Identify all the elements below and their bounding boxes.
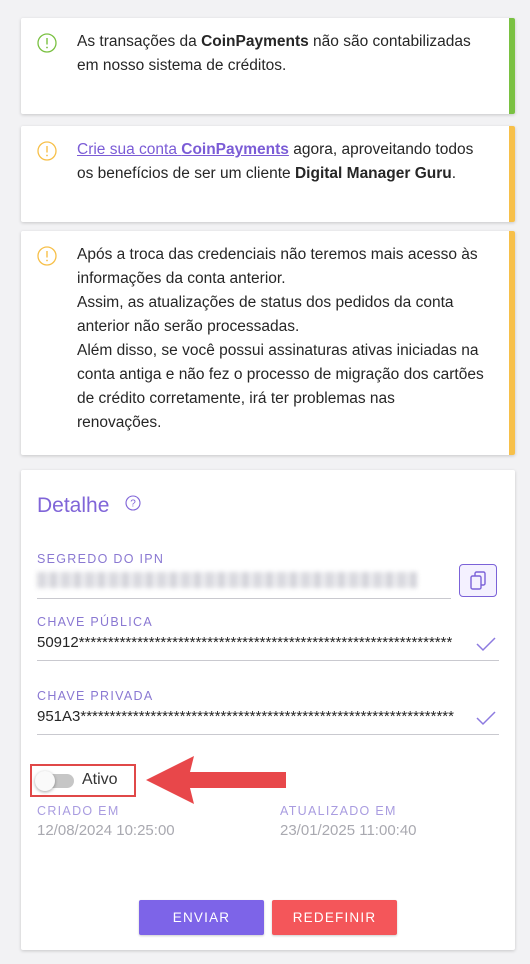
create-account-link[interactable]: Crie sua conta CoinPayments	[77, 141, 289, 158]
active-toggle-highlight: Ativo	[30, 764, 136, 797]
reset-button[interactable]: REDEFINIR	[272, 900, 397, 935]
created-label: CRIADO EM	[37, 804, 120, 818]
alert-text: Crie sua conta CoinPayments agora, aprov…	[77, 141, 474, 182]
exclamation-circle-icon	[37, 33, 57, 53]
alert-status-bar	[509, 231, 515, 455]
check-icon	[476, 711, 496, 726]
annotation-arrow-icon	[146, 756, 286, 804]
send-button[interactable]: ENVIAR	[139, 900, 264, 935]
ipn-secret-value	[37, 572, 417, 588]
help-icon[interactable]: ?	[125, 495, 141, 511]
alert-credentials-warning: Após a troca das credenciais não teremos…	[21, 231, 515, 455]
updated-label: ATUALIZADO EM	[280, 804, 397, 818]
alert-status-bar	[509, 18, 515, 114]
active-toggle[interactable]	[35, 771, 74, 791]
detail-card: Detalhe ? SEGREDO DO IPN CHAVE PÚBLICA 5…	[21, 470, 515, 950]
private-key-input[interactable]: 951A3***********************************…	[37, 708, 471, 725]
active-toggle-label: Ativo	[82, 771, 118, 788]
alert-status-bar	[509, 126, 515, 222]
detail-title: Detalhe	[37, 494, 110, 517]
svg-text:?: ?	[130, 499, 136, 510]
alert-text: As transações da CoinPayments não são co…	[77, 33, 471, 74]
public-key-label: CHAVE PÚBLICA	[37, 615, 154, 629]
private-key-label: CHAVE PRIVADA	[37, 689, 154, 703]
field-underline	[37, 598, 451, 599]
copy-icon	[469, 570, 486, 590]
check-icon	[476, 637, 496, 652]
exclamation-circle-icon	[37, 246, 57, 266]
ipn-secret-label: SEGREDO DO IPN	[37, 552, 165, 566]
copy-button[interactable]	[459, 564, 497, 597]
alert-text: Após a troca das credenciais não teremos…	[77, 246, 484, 431]
field-underline	[37, 660, 499, 661]
updated-value: 23/01/2025 11:00:40	[280, 822, 417, 839]
alert-create-account: Crie sua conta CoinPayments agora, aprov…	[21, 126, 515, 222]
created-value: 12/08/2024 10:25:00	[37, 822, 175, 839]
toggle-knob	[35, 771, 55, 791]
exclamation-circle-icon	[37, 141, 57, 161]
alert-transactions: As transações da CoinPayments não são co…	[21, 18, 515, 114]
public-key-input[interactable]: 50912***********************************…	[37, 634, 471, 651]
field-underline	[37, 734, 499, 735]
